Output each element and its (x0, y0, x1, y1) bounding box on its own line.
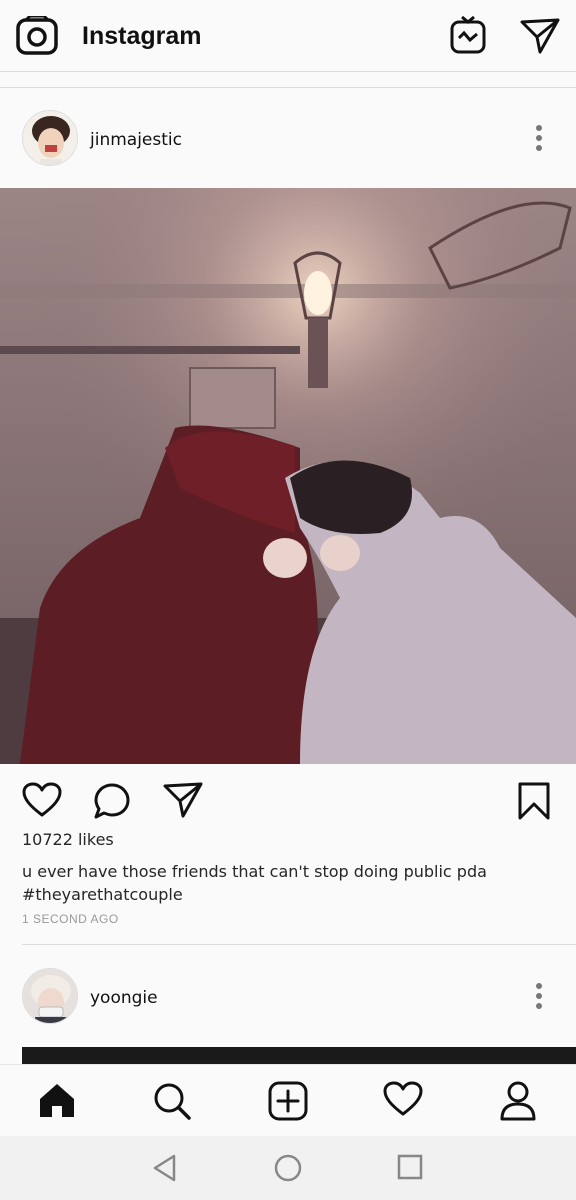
avatar[interactable] (22, 110, 78, 166)
direct-message-icon[interactable] (520, 18, 560, 59)
stories-gap (0, 72, 576, 88)
app-title: Instagram (82, 22, 202, 50)
activity-heart-icon[interactable] (383, 1081, 423, 1122)
caption-hashtag[interactable]: #theyarethatcouple (22, 883, 542, 906)
post-header: yoongie (0, 946, 576, 1046)
post-username[interactable]: jinmajestic (90, 130, 182, 150)
more-options-icon[interactable] (536, 983, 544, 1013)
heart-icon[interactable] (22, 782, 62, 823)
post-timestamp: 1 SECOND AGO (22, 912, 119, 926)
camera-icon[interactable] (16, 14, 58, 61)
comment-icon[interactable] (93, 782, 131, 825)
bottom-nav (0, 1064, 576, 1136)
recents-icon[interactable] (397, 1154, 423, 1185)
post-username[interactable]: yoongie (90, 988, 158, 1008)
post-header: jinmajestic (0, 88, 576, 188)
home-circle-icon[interactable] (274, 1154, 302, 1187)
share-icon[interactable] (163, 782, 203, 823)
post-caption: u ever have those friends that can't sto… (22, 860, 542, 906)
search-icon[interactable] (152, 1081, 192, 1126)
likes-count[interactable]: 10722 likes (22, 830, 114, 849)
post-photo[interactable] (0, 188, 576, 764)
system-nav-bar (0, 1136, 576, 1200)
add-post-icon[interactable] (268, 1081, 308, 1126)
post-actions (0, 764, 576, 836)
back-icon[interactable] (152, 1154, 178, 1187)
bookmark-icon[interactable] (518, 782, 550, 825)
home-icon[interactable] (38, 1081, 76, 1124)
avatar[interactable] (22, 968, 78, 1024)
post-divider (22, 944, 576, 945)
profile-icon[interactable] (500, 1081, 536, 1126)
igtv-icon[interactable] (450, 15, 486, 59)
more-options-icon[interactable] (536, 125, 544, 155)
top-bar: Instagram (0, 0, 576, 72)
caption-line: u ever have those friends that can't sto… (22, 862, 487, 881)
